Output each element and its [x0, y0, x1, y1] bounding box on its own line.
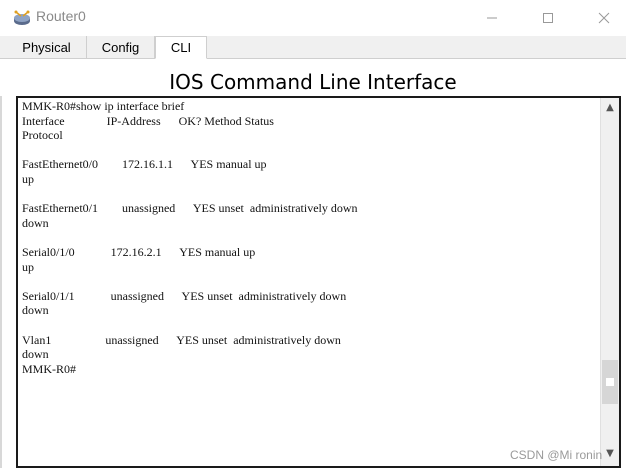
terminal-output: MMK-R0#show ip interface brief Interface …: [22, 99, 602, 376]
terminal-line: up: [22, 171, 34, 186]
close-icon: [598, 12, 610, 24]
tab-strip: Physical Config CLI: [0, 36, 626, 59]
tab-physical[interactable]: Physical: [7, 36, 87, 58]
terminal-line: Vlan1 unassigned YES unset administrativ…: [22, 332, 341, 347]
terminal-line: FastEthernet0/0 172.16.1.1 YES manual up: [22, 157, 267, 172]
maximize-icon: [543, 13, 553, 23]
terminal-line: down: [22, 303, 49, 318]
scroll-down-arrow-icon[interactable]: ▼: [601, 448, 619, 464]
terminal-line: down: [22, 347, 49, 362]
terminal-line: Interface IP-Address OK? Method Status: [22, 113, 274, 128]
minimize-button[interactable]: [470, 0, 514, 36]
cli-terminal[interactable]: MMK-R0#show ip interface brief Interface …: [16, 96, 621, 468]
vertical-scrollbar[interactable]: ▲ ▼: [600, 98, 619, 466]
minimize-icon: [487, 17, 497, 19]
terminal-line: down: [22, 215, 49, 230]
terminal-line: Serial0/1/1 unassigned YES unset adminis…: [22, 288, 347, 303]
terminal-line: FastEthernet0/1 unassigned YES unset adm…: [22, 201, 358, 216]
page-title: IOS Command Line Interface: [169, 70, 457, 94]
window-title: Router0: [36, 8, 86, 24]
scroll-up-arrow-icon[interactable]: ▲: [601, 102, 619, 118]
router-app-icon: [14, 10, 30, 25]
title-bar: Router0: [0, 0, 626, 36]
terminal-line: up: [22, 259, 34, 274]
terminal-line: MMK-R0#show ip interface brief: [22, 99, 185, 113]
left-divider: [0, 96, 2, 468]
maximize-button[interactable]: [526, 0, 570, 36]
close-button[interactable]: [582, 0, 626, 36]
terminal-line: MMK-R0#: [22, 361, 77, 376]
terminal-line: Serial0/1/0 172.16.2.1 YES manual up: [22, 244, 256, 259]
watermark: CSDN @Mi ronin: [510, 448, 603, 462]
terminal-line: Protocol: [22, 128, 63, 143]
scroll-thumb[interactable]: [602, 360, 618, 404]
tab-cli[interactable]: CLI: [155, 36, 207, 59]
tab-config[interactable]: Config: [87, 36, 155, 58]
